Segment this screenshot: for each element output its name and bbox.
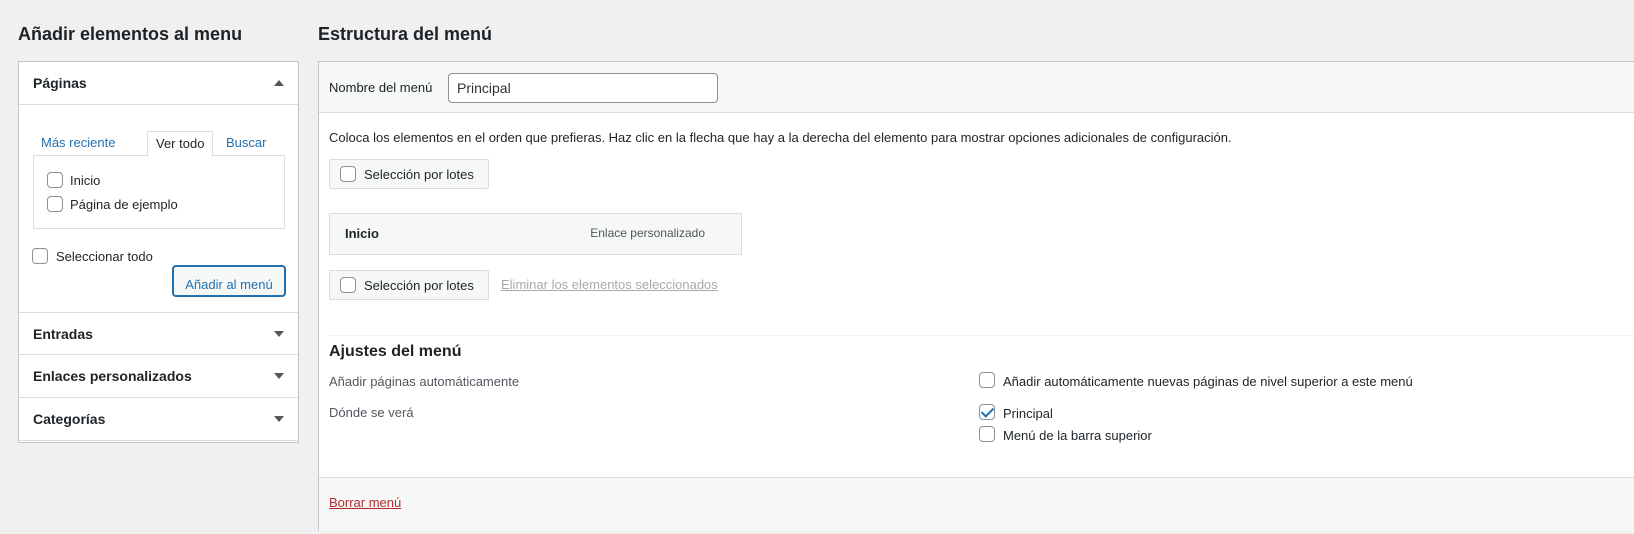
page-label-inicio: Inicio bbox=[70, 173, 101, 188]
menu-item-inicio[interactable]: Inicio Enlace personalizado bbox=[329, 213, 742, 255]
remove-selected-link: Eliminar los elementos seleccionados bbox=[501, 277, 718, 292]
custom-links-section-header[interactable]: Enlaces personalizados bbox=[19, 355, 298, 398]
add-menu-items-panel: Páginas Más reciente Ver todo Buscar Ini… bbox=[18, 61, 299, 443]
page-checkbox-inicio[interactable] bbox=[47, 172, 63, 188]
select-all-checkbox[interactable] bbox=[32, 248, 48, 264]
chevron-down-icon bbox=[274, 416, 284, 422]
pages-section-label: Páginas bbox=[33, 75, 87, 91]
chevron-down-icon bbox=[274, 331, 284, 337]
menu-item-title: Inicio bbox=[345, 226, 379, 241]
bulk-select-bottom[interactable]: Selección por lotes bbox=[329, 270, 489, 300]
categories-section-label: Categorías bbox=[33, 411, 106, 427]
menu-settings-title: Ajustes del menú bbox=[329, 343, 462, 360]
categories-section-header[interactable]: Categorías bbox=[19, 398, 298, 441]
menu-name-input[interactable] bbox=[448, 73, 718, 103]
location-label-top-bar: Menú de la barra superior bbox=[1003, 428, 1152, 443]
bulk-select-label: Selección por lotes bbox=[364, 278, 474, 293]
add-to-menu-button[interactable]: Añadir al menú bbox=[173, 266, 285, 296]
auto-add-label: Añadir páginas automáticamente bbox=[329, 374, 520, 389]
location-label-principal: Principal bbox=[1003, 406, 1053, 421]
chevron-up-icon bbox=[274, 80, 284, 86]
menu-header: Nombre del menú bbox=[319, 62, 1634, 113]
bulk-select-label: Selección por lotes bbox=[364, 167, 474, 182]
tab-search[interactable]: Buscar bbox=[226, 131, 266, 156]
divider bbox=[329, 335, 1634, 336]
menu-footer: Borrar menú bbox=[319, 477, 1634, 531]
auto-add-option-label: Añadir automáticamente nuevas páginas de… bbox=[1003, 374, 1413, 389]
location-label: Dónde se verá bbox=[329, 405, 414, 420]
auto-add-checkbox[interactable] bbox=[979, 372, 995, 388]
pages-section-header[interactable]: Páginas bbox=[19, 62, 298, 105]
pages-tabs: Más reciente Ver todo Buscar bbox=[33, 131, 288, 157]
page-label-ejemplo: Página de ejemplo bbox=[70, 197, 178, 212]
bulk-select-checkbox[interactable] bbox=[340, 277, 356, 293]
menu-item-type: Enlace personalizado bbox=[590, 226, 705, 240]
page-checkbox-ejemplo[interactable] bbox=[47, 196, 63, 212]
custom-links-section-label: Enlaces personalizados bbox=[33, 368, 192, 384]
menu-instructions: Coloca los elementos en el orden que pre… bbox=[329, 130, 1232, 145]
add-items-title: Añadir elementos al menu bbox=[18, 24, 243, 44]
menu-structure-title: Estructura del menú bbox=[318, 24, 493, 44]
delete-menu-link[interactable]: Borrar menú bbox=[329, 495, 401, 510]
location-checkbox-principal[interactable] bbox=[979, 404, 995, 420]
posts-section-label: Entradas bbox=[33, 326, 93, 342]
pages-checklist: Inicio Página de ejemplo bbox=[33, 155, 285, 229]
tab-view-all[interactable]: Ver todo bbox=[147, 131, 214, 157]
bulk-select-checkbox[interactable] bbox=[340, 166, 356, 182]
menu-management-panel: Nombre del menú Coloca los elementos en … bbox=[318, 61, 1634, 531]
select-all-label: Seleccionar todo bbox=[56, 249, 153, 264]
tab-most-recent[interactable]: Más reciente bbox=[41, 131, 115, 156]
location-checkbox-top-bar[interactable] bbox=[979, 426, 995, 442]
chevron-down-icon bbox=[274, 373, 284, 379]
bulk-select-top[interactable]: Selección por lotes bbox=[329, 159, 489, 189]
menu-name-label: Nombre del menú bbox=[329, 80, 433, 95]
posts-section-header[interactable]: Entradas bbox=[19, 312, 298, 355]
